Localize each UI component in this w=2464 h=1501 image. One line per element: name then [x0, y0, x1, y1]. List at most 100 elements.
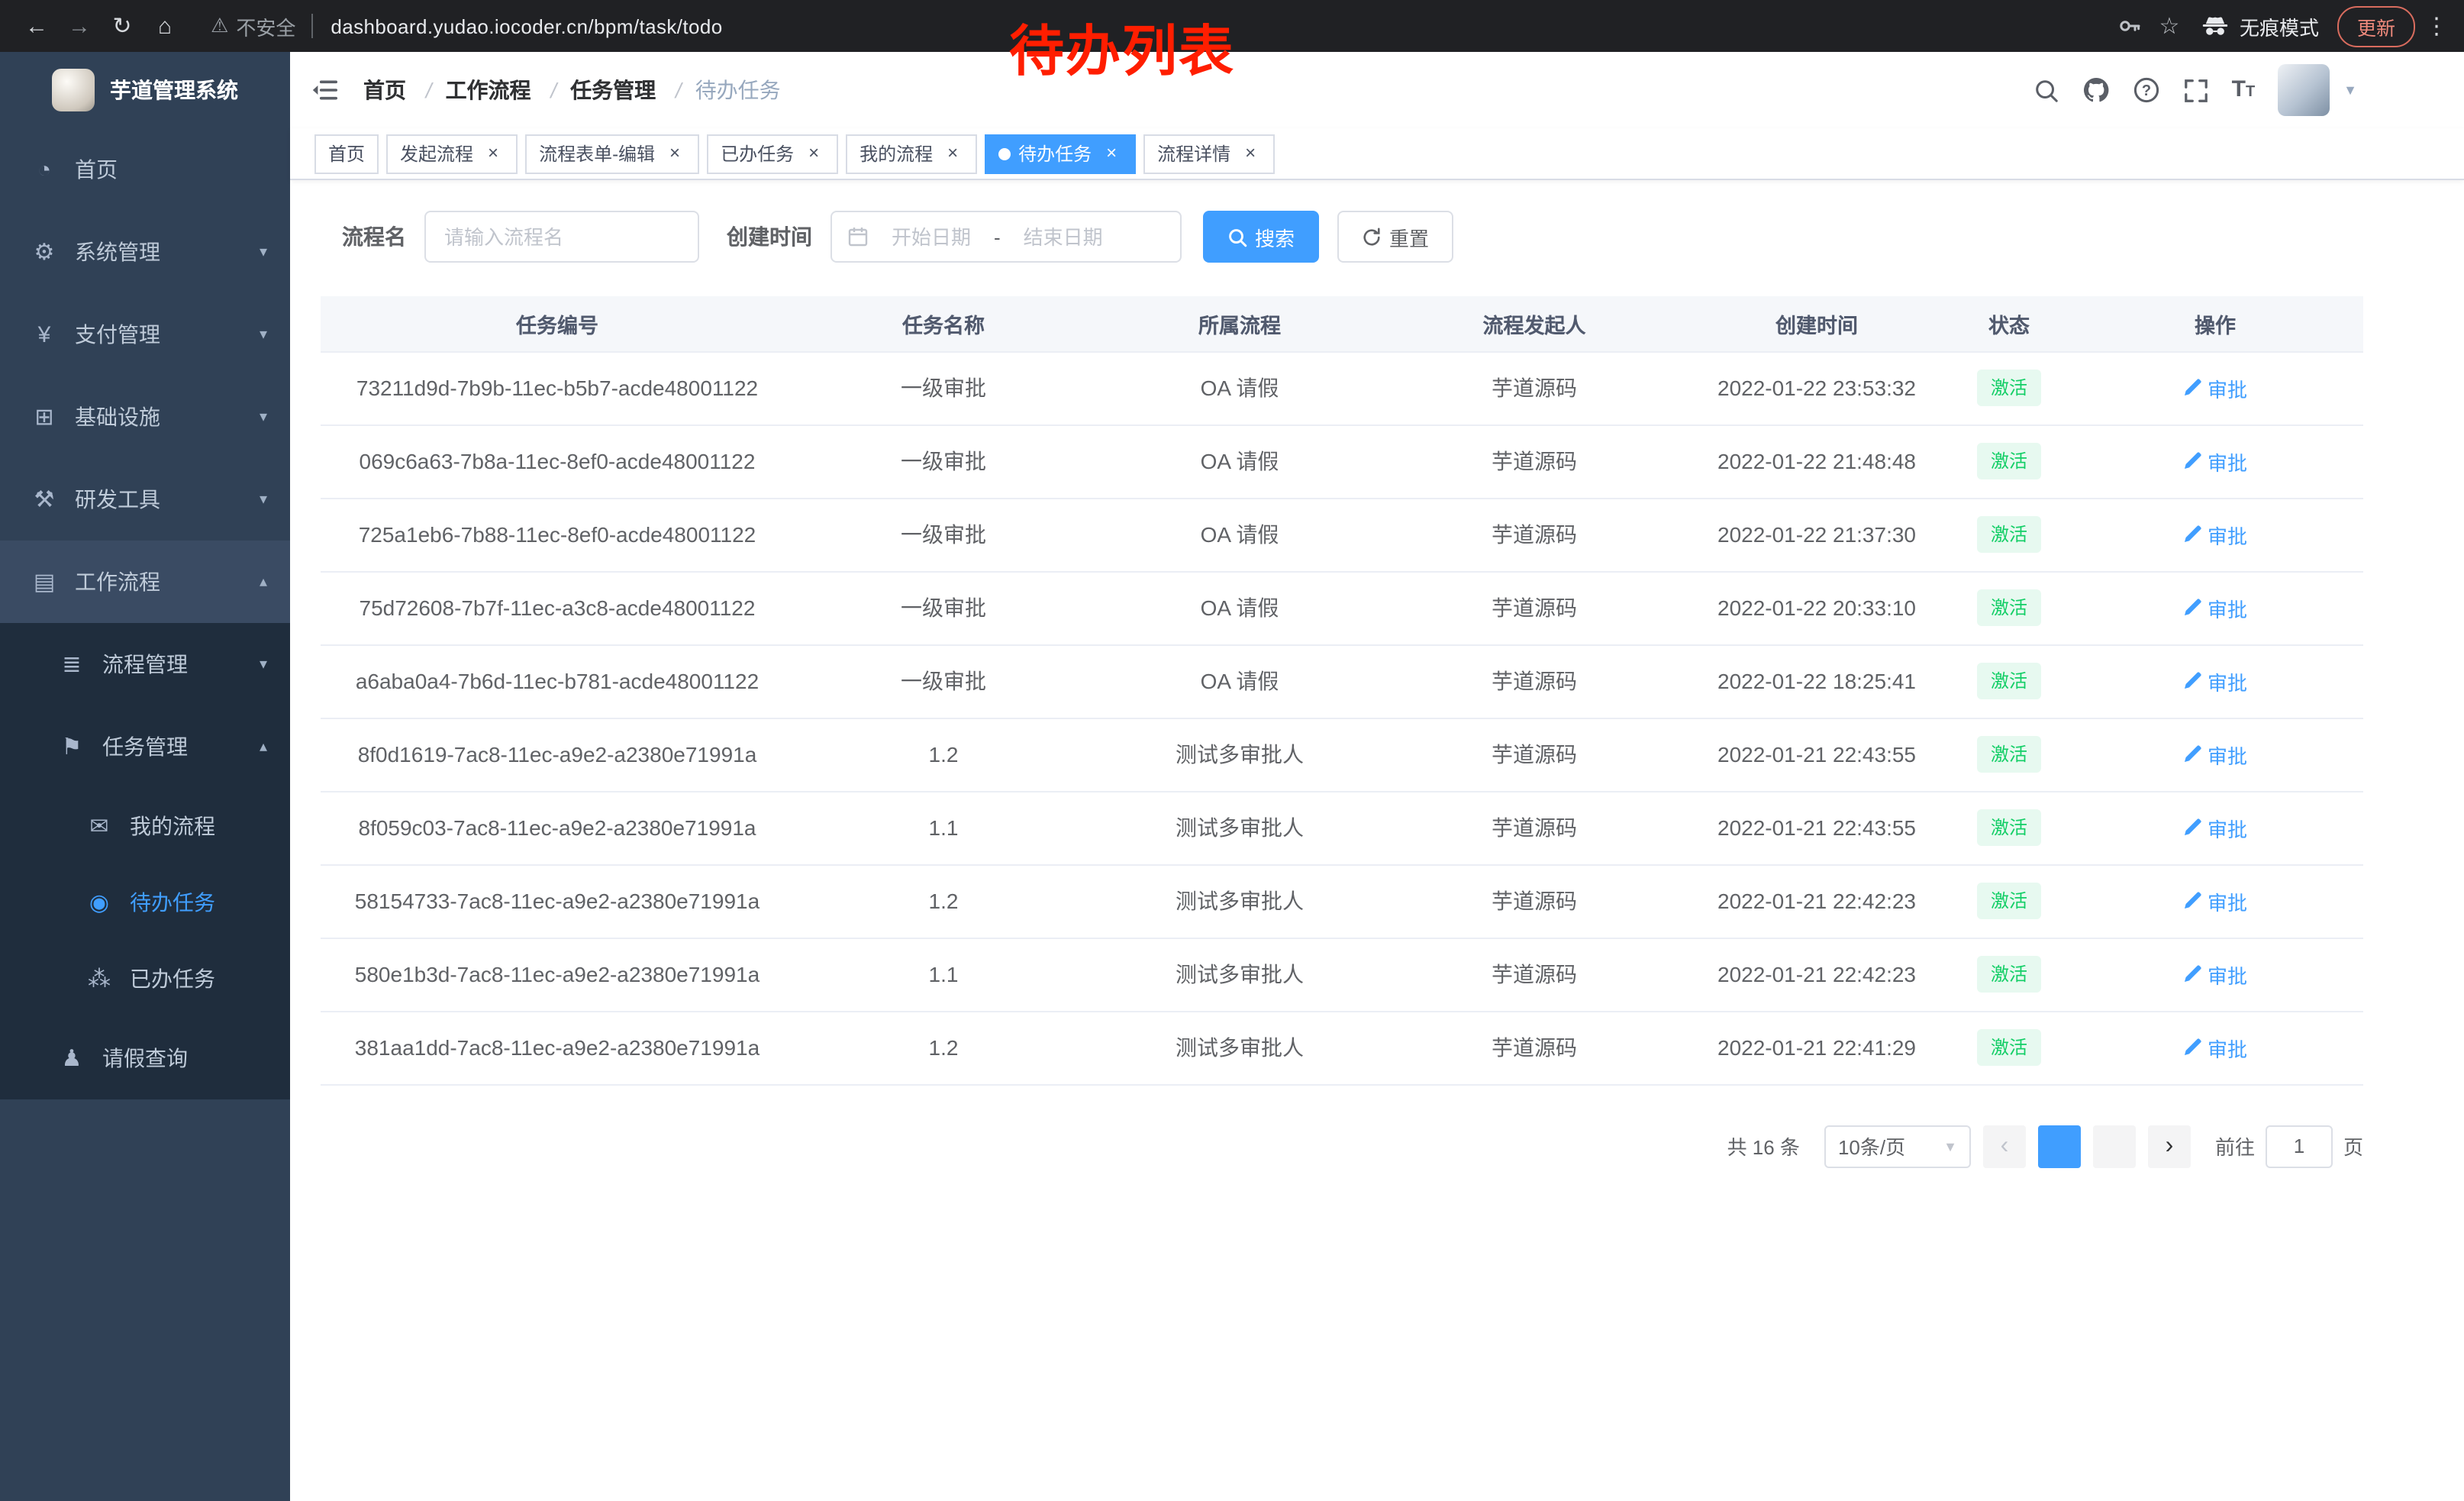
sidebar-item-payment[interactable]: ¥ 支付管理 — [0, 293, 290, 376]
sidebar-item-task-mgmt[interactable]: ⚑ 任务管理 — [0, 705, 290, 788]
bookmark-star-icon[interactable]: ☆ — [2150, 12, 2189, 40]
sidebar-item-leave-query[interactable]: ♟ 请假查询 — [0, 1017, 290, 1099]
github-icon[interactable] — [2082, 76, 2110, 104]
search-icon[interactable] — [2033, 77, 2059, 103]
table-row: 069c6a63-7b8a-11ec-8ef0-acde48001122 一级审… — [321, 424, 2363, 498]
forward-icon[interactable]: → — [58, 13, 101, 39]
search-button[interactable]: 搜索 — [1203, 211, 1319, 263]
column-header: 所属流程 — [1093, 296, 1386, 351]
close-icon[interactable] — [1101, 143, 1122, 164]
cell-create-time: 2022-01-21 22:43:55 — [1682, 791, 1951, 864]
fullscreen-icon[interactable] — [2183, 77, 2209, 103]
update-button[interactable]: 更新 — [2337, 5, 2415, 47]
divider — [311, 14, 312, 38]
tab-tag[interactable]: 流程表单-编辑 — [525, 134, 699, 173]
breadcrumb-link[interactable]: 工作流程 — [446, 78, 531, 102]
sidebar-item-todo-tasks[interactable]: ◉ 待办任务 — [0, 864, 290, 941]
table-body: 73211d9d-7b9b-11ec-b5b7-acde48001122 一级审… — [321, 351, 2363, 1084]
page-content: 流程名 创建时间 - 搜索 重置 — [290, 180, 2464, 1167]
tab-tag[interactable]: 待办任务 — [985, 134, 1136, 173]
breadcrumb-link[interactable]: 任务管理 — [570, 78, 656, 102]
close-icon[interactable] — [942, 143, 963, 164]
cell-task-name: 一级审批 — [794, 571, 1093, 644]
chevron-down-icon — [260, 656, 267, 673]
goto-page-input[interactable] — [2266, 1125, 2333, 1167]
tab-tag[interactable]: 已办任务 — [707, 134, 838, 173]
key-icon[interactable] — [2110, 14, 2150, 38]
close-icon[interactable] — [482, 143, 504, 164]
app-logo — [52, 69, 95, 111]
create-time-label: 创建时间 — [727, 221, 812, 252]
chevron-down-icon — [260, 244, 267, 260]
close-icon[interactable] — [803, 143, 824, 164]
approve-link[interactable]: 审批 — [2183, 740, 2247, 769]
table-row: 75d72608-7b7f-11ec-a3c8-acde48001122 一级审… — [321, 571, 2363, 644]
avatar[interactable] — [2278, 64, 2330, 116]
sidebar-item-done-tasks[interactable]: ⁂ 已办任务 — [0, 941, 290, 1017]
cell-task-id: 58154733-7ac8-11ec-a9e2-a2380e71991a — [321, 864, 794, 938]
app-header: 首页 工作流程 任务管理 待办任务 ? TT — [290, 52, 2464, 128]
screen: ← → ↻ ⌂ ⚠ 不安全 dashboard.yudao.iocoder.cn… — [0, 0, 2464, 1501]
approve-link[interactable]: 审批 — [2183, 886, 2247, 915]
goto-label: 前往 — [2215, 1131, 2255, 1160]
tab-tag[interactable]: 流程详情 — [1143, 134, 1275, 173]
home-icon[interactable]: ⌂ — [144, 13, 186, 39]
cell-task-name: 1.1 — [794, 938, 1093, 1011]
approve-link[interactable]: 审批 — [2183, 373, 2247, 402]
approve-link[interactable]: 审批 — [2183, 593, 2247, 622]
sidebar-item-workflow[interactable]: ▤ 工作流程 — [0, 541, 290, 623]
help-icon[interactable]: ? — [2133, 76, 2160, 104]
page-size-select[interactable]: 10条/页 — [1824, 1125, 1971, 1167]
app-logo-row[interactable]: 芋道管理系统 — [0, 52, 290, 128]
edit-icon — [2183, 1038, 2201, 1057]
tools-icon: ⚒ — [27, 486, 61, 513]
search-icon — [1227, 227, 1247, 247]
sidebar-item-process-mgmt[interactable]: ≣ 流程管理 — [0, 623, 290, 705]
status-badge: 激活 — [1977, 736, 2041, 773]
close-icon[interactable] — [1240, 143, 1261, 164]
sidebar-item-devtools[interactable]: ⚒ 研发工具 — [0, 458, 290, 541]
date-range-picker[interactable]: - — [830, 211, 1182, 263]
reload-icon[interactable]: ↻ — [101, 12, 144, 40]
cell-task-id: 069c6a63-7b8a-11ec-8ef0-acde48001122 — [321, 424, 794, 498]
cell-process: 测试多审批人 — [1093, 791, 1386, 864]
approve-link[interactable]: 审批 — [2183, 1033, 2247, 1062]
browser-menu-icon[interactable]: ⋮ — [2424, 12, 2449, 40]
back-icon[interactable]: ← — [15, 13, 58, 39]
app-title: 芋道管理系统 — [110, 75, 238, 105]
font-size-icon[interactable]: TT — [2232, 78, 2256, 102]
page-number-button[interactable] — [2038, 1125, 2081, 1167]
next-page-button[interactable] — [2148, 1125, 2191, 1167]
sidebar-item-home[interactable]: ◔ 首页 — [0, 128, 290, 211]
annotation-text: 待办列表 — [1009, 8, 1235, 87]
approve-link[interactable]: 审批 — [2183, 667, 2247, 696]
url-text[interactable]: dashboard.yudao.iocoder.cn/bpm/task/todo — [331, 15, 722, 37]
chevron-down-icon[interactable] — [2343, 82, 2357, 98]
cell-task-id: 8f0d1619-7ac8-11ec-a9e2-a2380e71991a — [321, 718, 794, 791]
pagination: 共 16 条 10条/页 前往 页 — [321, 1125, 2363, 1167]
edit-icon — [2183, 452, 2201, 470]
approve-link[interactable]: 审批 — [2183, 813, 2247, 842]
approve-link[interactable]: 审批 — [2183, 960, 2247, 989]
reset-button[interactable]: 重置 — [1337, 211, 1453, 263]
start-date-input[interactable] — [875, 225, 988, 248]
breadcrumb-link[interactable]: 首页 — [363, 78, 406, 102]
end-date-input[interactable] — [1007, 225, 1120, 248]
close-icon[interactable] — [664, 143, 685, 164]
tab-tag[interactable]: 我的流程 — [846, 134, 977, 173]
table-header-row: 任务编号任务名称所属流程流程发起人创建时间状态操作 — [321, 296, 2363, 351]
approve-link[interactable]: 审批 — [2183, 520, 2247, 549]
sidebar-item-my-process[interactable]: ✉ 我的流程 — [0, 788, 290, 864]
refresh-icon — [1362, 227, 1382, 247]
sidebar-item-infra[interactable]: ⊞ 基础设施 — [0, 376, 290, 458]
page-number-button[interactable] — [2093, 1125, 2136, 1167]
edit-icon — [2183, 672, 2201, 690]
hamburger-icon[interactable] — [311, 78, 339, 102]
approve-link[interactable]: 审批 — [2183, 447, 2247, 476]
process-name-input[interactable] — [424, 211, 699, 263]
sidebar-item-system[interactable]: ⚙ 系统管理 — [0, 211, 290, 293]
tab-tag[interactable]: 首页 — [314, 134, 379, 173]
cell-task-name: 1.2 — [794, 1011, 1093, 1084]
tab-tag[interactable]: 发起流程 — [386, 134, 518, 173]
prev-page-button[interactable] — [1983, 1125, 2026, 1167]
